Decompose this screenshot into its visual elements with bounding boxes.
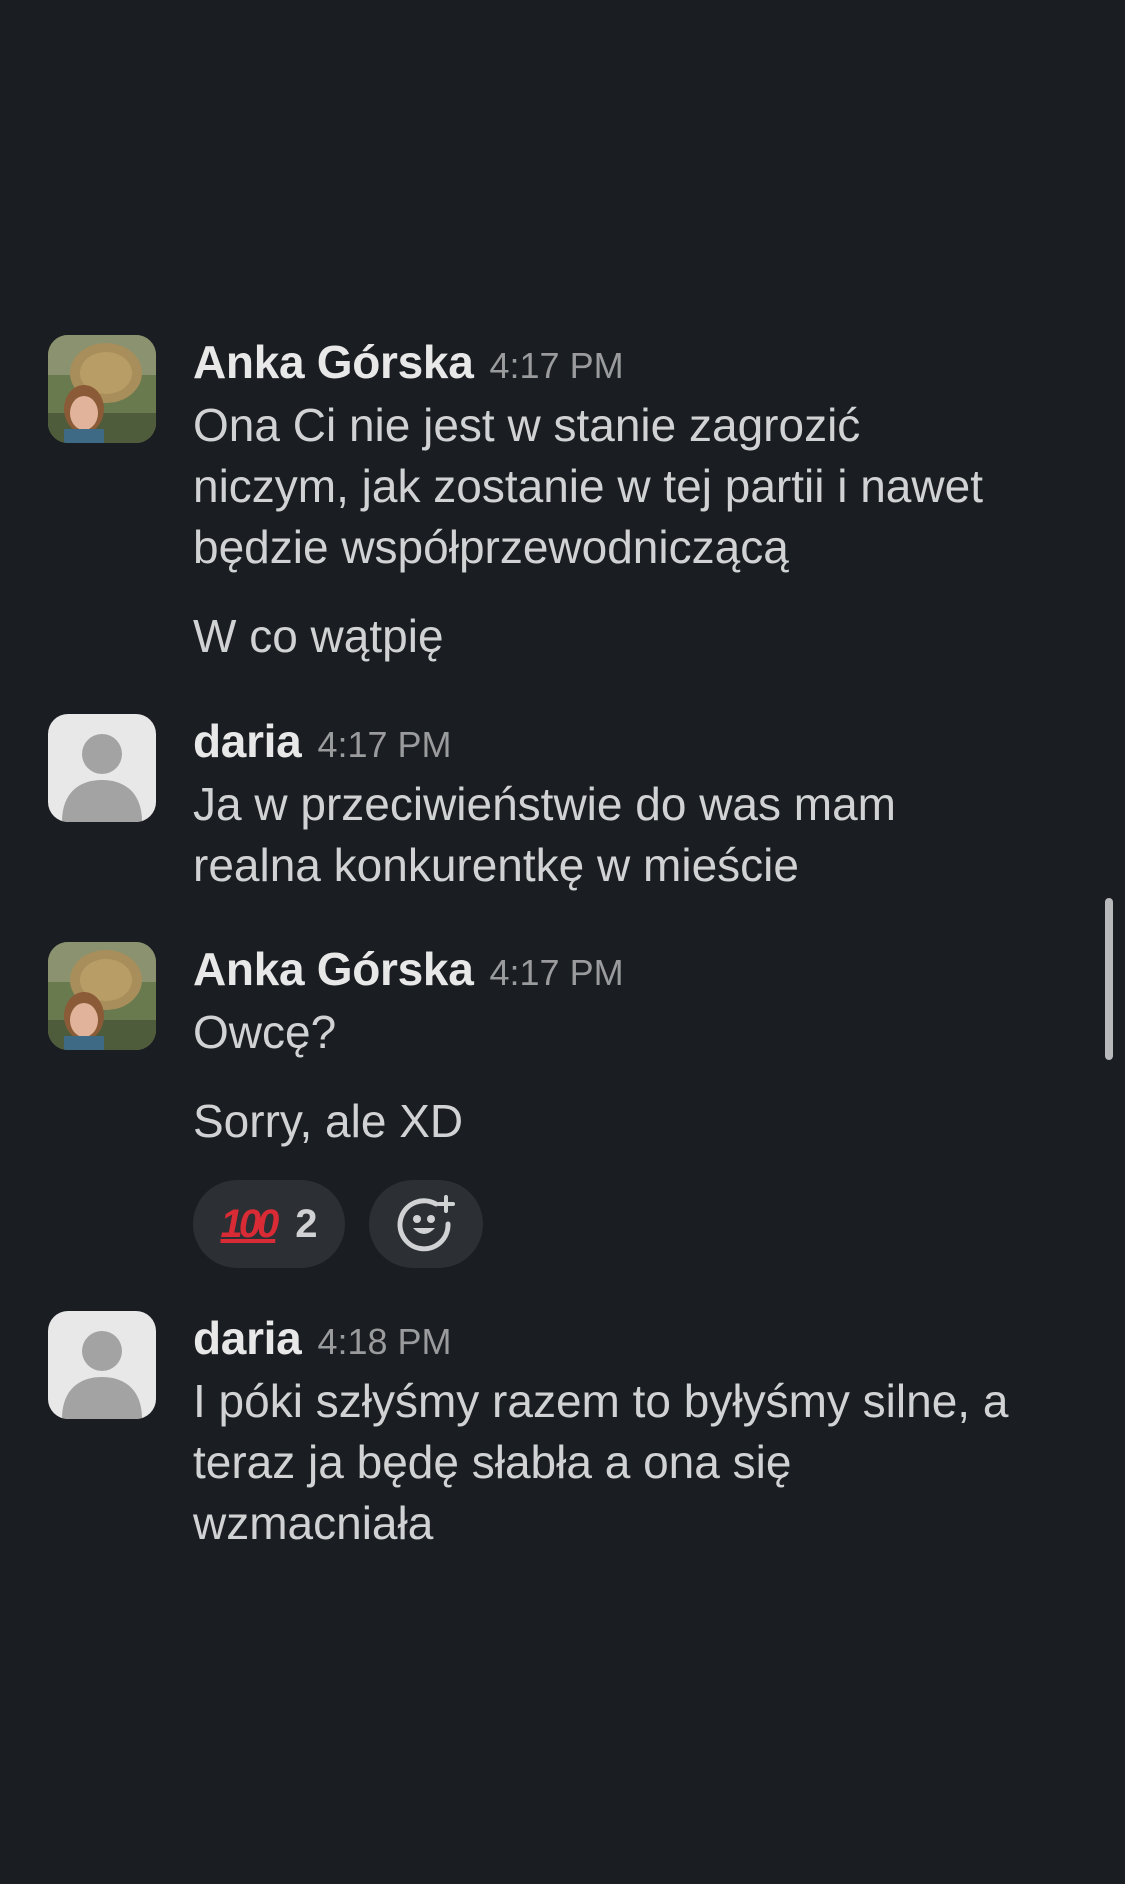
message-feed: Anka Górska 4:17 PM Ona Ci nie jest w st… [0,0,1125,1884]
reaction-hundred-points[interactable]: 100 2 [193,1180,345,1268]
author-name[interactable]: Anka Górska [193,335,474,389]
default-person-icon [62,1331,142,1419]
message-text-line: Ona Ci nie jest w stanie zagrozić [193,399,861,451]
hundred-points-emoji: 100 [220,1201,280,1246]
message-paragraph: I póki szłyśmy razem to byłyśmy silne, a… [193,1371,1093,1554]
message-text-line: teraz ja będę słabła a ona się [193,1436,792,1488]
timestamp[interactable]: 4:18 PM [317,1321,451,1363]
scrollbar-thumb[interactable] [1105,898,1113,1060]
message-text-line: W co wątpię [193,610,444,662]
author-name[interactable]: daria [193,1311,302,1365]
timestamp[interactable]: 4:17 PM [317,724,451,766]
avatar-anka-gorska[interactable] [48,942,156,1050]
message-paragraph: Ja w przeciwieństwie do was mam realna k… [193,774,1093,896]
message-paragraph: Owcę? [193,1002,1093,1063]
message-paragraph: Ona Ci nie jest w stanie zagrozić niczym… [193,395,1093,578]
message-header: Anka Górska 4:17 PM [193,942,1093,1002]
default-person-icon [62,734,142,822]
avatar-daria[interactable] [48,1311,156,1419]
timestamp[interactable]: 4:17 PM [490,345,624,387]
message-header: daria 4:18 PM [193,1311,1093,1371]
message-text-line: I póki szłyśmy razem to byłyśmy silne, a [193,1375,1009,1427]
avatar-photo-image [48,335,156,443]
reaction-count: 2 [295,1201,318,1246]
avatar-photo-image [48,942,156,1050]
message-paragraph: W co wątpię [193,606,1093,667]
message-header: daria 4:17 PM [193,714,1093,774]
message-content: Anka Górska 4:17 PM Ona Ci nie jest w st… [193,335,1093,667]
avatar-daria[interactable] [48,714,156,822]
add-reaction-button[interactable] [369,1180,483,1268]
message-content: Anka Górska 4:17 PM Owcę? Sorry, ale XD … [193,942,1093,1268]
message-content: daria 4:18 PM I póki szłyśmy razem to by… [193,1311,1093,1554]
message-header: Anka Górska 4:17 PM [193,335,1093,395]
message-paragraph: Sorry, ale XD [193,1091,1093,1152]
message-text-line: Ja w przeciwieństwie do was mam [193,778,897,830]
avatar-anka-gorska[interactable] [48,335,156,443]
add-emoji-icon [397,1195,455,1252]
message-text-line: Owcę? [193,1006,337,1058]
message-text-line: realna konkurentkę w mieście [193,839,799,891]
message-content: daria 4:17 PM Ja w przeciwieństwie do wa… [193,714,1093,896]
reactions-bar: 100 2 [193,1180,1093,1268]
timestamp[interactable]: 4:17 PM [490,952,624,994]
author-name[interactable]: daria [193,714,302,768]
message-text-line: niczym, jak zostanie w tej partii i nawe… [193,460,983,512]
author-name[interactable]: Anka Górska [193,942,474,996]
message-text-line: będzie współprzewodniczącą [193,521,789,573]
message-text-line: wzmacniała [193,1497,434,1549]
message-text-line: Sorry, ale XD [193,1095,464,1147]
